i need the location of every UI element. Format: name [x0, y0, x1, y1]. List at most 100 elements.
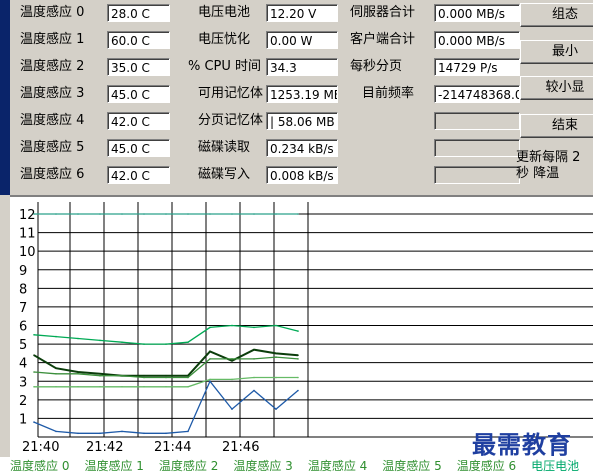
series-point: [187, 430, 189, 433]
minimize-button[interactable]: 最小: [520, 40, 593, 64]
metric-value-field: 1253.19 MB: [266, 85, 338, 103]
series-point: [187, 376, 189, 379]
series-point: [165, 386, 167, 388]
y-tick-label: 6: [19, 320, 27, 335]
series-point: [253, 376, 255, 379]
empty-field: [434, 139, 520, 157]
sensor-value-field: 45.0 C: [107, 85, 170, 103]
sensor-value-field: 45.0 C: [107, 139, 170, 157]
legend-item: 温度感应 2: [158, 459, 219, 473]
series-point: [143, 213, 145, 215]
x-tick-label: 21:44: [154, 440, 191, 455]
series-point: [77, 337, 79, 340]
metric-value-field: | 58.06 MB: [266, 112, 338, 130]
metric-label: 电压电池: [198, 5, 251, 20]
network-value-field: 0.000 MB/s: [434, 4, 520, 22]
stats-panel: 温度感应 0 28.0 C 温度感应 1 60.0 C 温度感应 2 35.0 C 温度感应…: [10, 0, 593, 195]
smaller-display-button[interactable]: 较小显: [520, 76, 593, 100]
series-point: [143, 374, 145, 377]
network-value-field: -214748368.0: [434, 85, 520, 103]
series-point: [165, 213, 167, 215]
empty-field: [434, 112, 520, 130]
legend-item: 温度感应 0: [10, 459, 70, 473]
series-point: [231, 358, 233, 360]
network-metric-label: 目前频率: [362, 86, 415, 101]
network-value-field: 0.000 MB/s: [434, 31, 520, 49]
series-point: [165, 374, 167, 377]
y-tick-label: 12: [19, 208, 36, 223]
window-edge: [0, 0, 10, 195]
series-point: [253, 358, 255, 360]
x-tick-label: 21:42: [86, 440, 123, 455]
series-point: [253, 213, 255, 215]
series-point: [253, 326, 255, 329]
series-point: [187, 213, 189, 215]
series-point: [297, 358, 299, 360]
config-button[interactable]: 组态: [520, 3, 593, 27]
series-point: [143, 432, 145, 435]
sensor-value-field: 60.0 C: [107, 31, 170, 49]
series-point: [209, 326, 211, 329]
series-point: [121, 213, 123, 215]
x-tick-label: 21:40: [22, 440, 59, 455]
series-point: [231, 378, 233, 381]
y-tick-label: 3: [19, 375, 27, 390]
series-point: [33, 213, 35, 215]
series-point: [297, 330, 299, 332]
legend-item: 温度感应 1: [84, 459, 144, 473]
legend-item: 温度感应 3: [233, 459, 293, 473]
series-point: [297, 354, 299, 356]
series-point: [275, 213, 277, 215]
sensor-value-field: 28.0 C: [107, 4, 170, 22]
sensor-label: 温度感应 5: [20, 140, 85, 155]
metric-label: 分页记忆体: [198, 113, 264, 128]
series-point: [33, 386, 35, 388]
update-interval-note: 更新每隔 2 秒 降温: [516, 150, 581, 181]
y-tick-label: 10: [19, 245, 36, 260]
empty-field: [434, 166, 520, 184]
series-point: [99, 386, 101, 388]
series-point: [275, 408, 277, 410]
history-chart-svg: 12345678910111221:40 21:42 21:44 21:46: [19, 202, 593, 455]
series-point: [253, 348, 255, 351]
series-point: [77, 386, 79, 388]
legend-item: 温度感应 6: [456, 459, 517, 473]
series-point: [187, 386, 189, 388]
series-point: [297, 389, 299, 392]
series-point: [231, 324, 233, 327]
series-point: [121, 386, 123, 388]
series-point: [209, 358, 211, 360]
sensor-label: 温度感应 6: [20, 167, 85, 182]
series-point: [121, 341, 123, 343]
series-point: [77, 432, 79, 435]
legend-item: 温度感应 4: [307, 459, 368, 473]
sensor-label: 温度感应 1: [20, 32, 85, 47]
series-point: [99, 432, 101, 435]
series-point: [143, 376, 145, 379]
series-point: [275, 356, 277, 358]
watermark-text: 最需教育: [472, 430, 572, 459]
series-point: [231, 408, 233, 410]
series-point: [77, 371, 79, 373]
series-point: [209, 213, 211, 215]
metric-value-field: 0.234 kB/s: [266, 139, 338, 157]
series-point: [297, 213, 299, 215]
end-button[interactable]: 结束: [520, 114, 593, 138]
series-point: [275, 352, 277, 355]
sensor-label: 温度感应 3: [20, 86, 85, 101]
series-line: [33, 380, 299, 434]
series-line: [33, 356, 299, 379]
series-point: [165, 432, 167, 435]
series-point: [165, 376, 167, 379]
network-metric-label: 每秒分页: [350, 59, 403, 74]
sensor-label: 温度感应 4: [20, 113, 85, 128]
metric-label: 磁碟读取: [198, 140, 251, 155]
series-point: [231, 213, 233, 215]
metric-label: 磁碟写入: [198, 167, 251, 182]
sensor-label: 温度感应 0: [20, 5, 85, 20]
series-point: [33, 334, 35, 336]
y-tick-label: 4: [19, 357, 27, 372]
series-point: [209, 350, 211, 353]
x-tick-label: 21:46: [222, 440, 259, 455]
network-metric-label: 伺服器合计: [350, 5, 416, 20]
